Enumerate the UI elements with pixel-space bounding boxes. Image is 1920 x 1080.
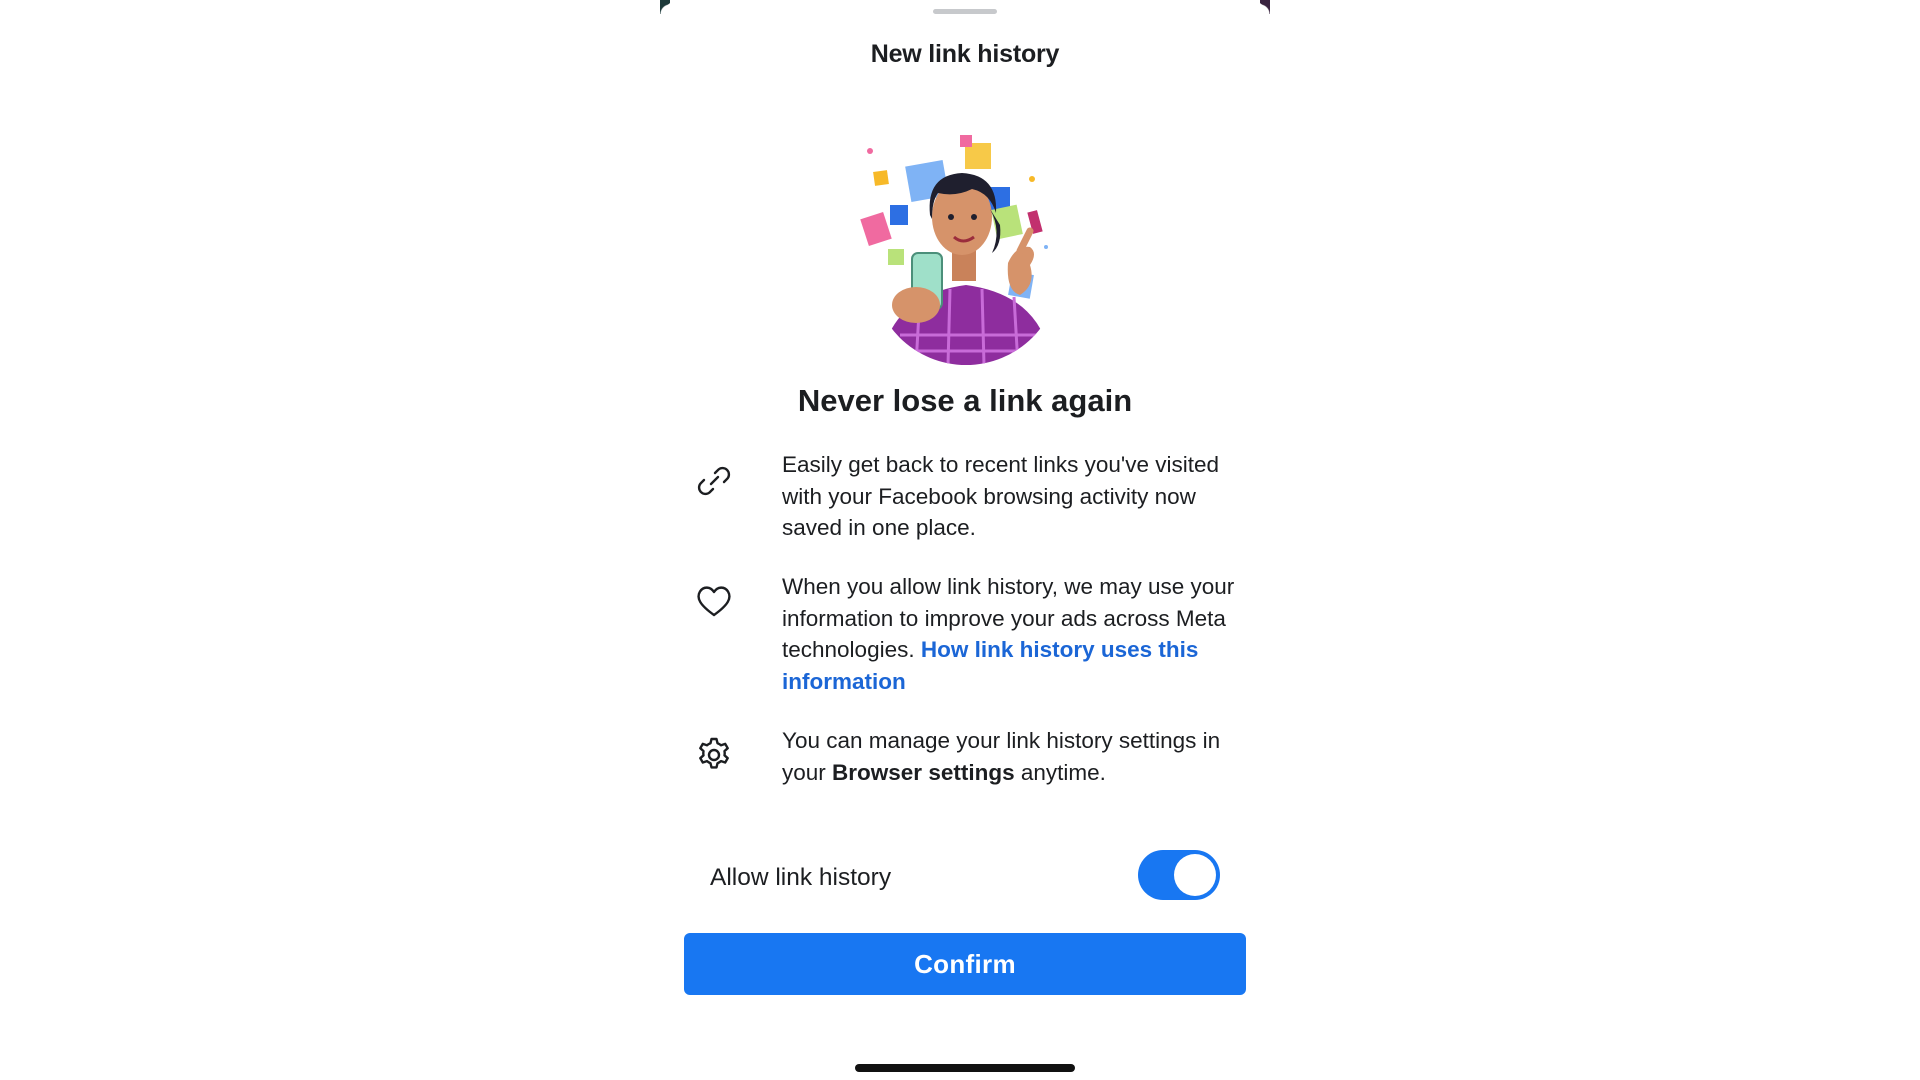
- headline: Never lose a link again: [797, 383, 1133, 418]
- allow-link-history-label: Allow link history: [710, 864, 892, 891]
- allow-link-history-toggle[interactable]: [1138, 850, 1220, 900]
- bottom-sheet: New link history Never lose a link again…: [662, 0, 1268, 1080]
- link-icon: [697, 466, 731, 496]
- feature-manage-settings-text: You can manage your link history setting…: [782, 725, 1262, 788]
- feature-ads-info-text: When you allow link history, we may use …: [782, 571, 1262, 697]
- confirm-button[interactable]: Confirm: [684, 933, 1246, 995]
- screen: New link history Never lose a link again…: [0, 0, 1920, 1080]
- browser-settings-label: Browser settings: [832, 759, 1015, 785]
- allow-link-history-row: Allow link history: [710, 850, 1220, 906]
- toggle-knob: [1174, 854, 1216, 896]
- heart-icon: [697, 586, 731, 617]
- gear-icon: [699, 737, 729, 769]
- sheet-title: New link history: [870, 40, 1060, 68]
- manage-settings-text-after: anytime.: [1014, 759, 1106, 785]
- home-indicator: [855, 1064, 1075, 1072]
- person-with-phone-illustration: [860, 135, 1052, 365]
- feature-recent-links-text: Easily get back to recent links you've v…: [782, 452, 1220, 540]
- sheet-grabber-handle[interactable]: [933, 9, 997, 14]
